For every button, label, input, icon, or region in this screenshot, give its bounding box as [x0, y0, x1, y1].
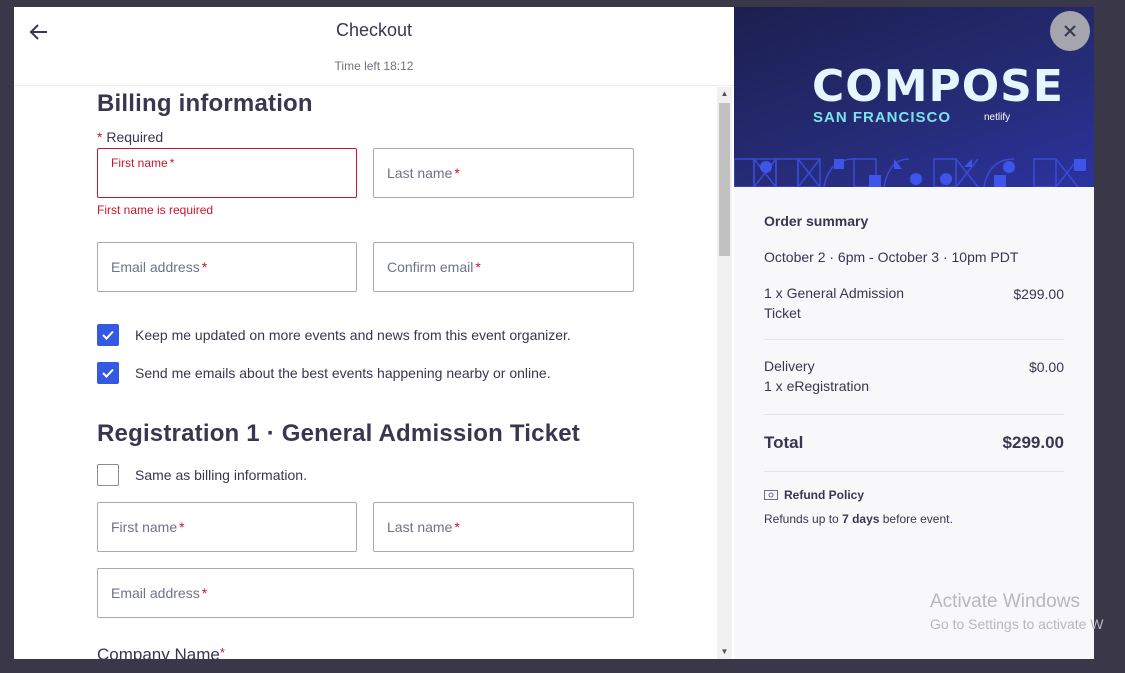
reg-email-input[interactable] [98, 569, 633, 617]
scroll-up-arrow-icon[interactable]: ▲ [717, 87, 732, 101]
company-name-label: Company Name* [97, 645, 225, 659]
event-logo-subtitle: SAN FRANCISCO [813, 109, 952, 126]
ticket-line-1: 1 x General Admission [764, 285, 905, 301]
same-as-billing-checkbox[interactable] [97, 464, 119, 486]
billing-first-name-input[interactable] [98, 149, 356, 197]
delivery-line-2: 1 x eRegistration [764, 378, 870, 394]
updates-checkbox-label: Keep me updated on more events and news … [135, 327, 571, 343]
divider [764, 414, 1064, 415]
refund-policy-title-text: Refund Policy [784, 488, 865, 502]
refund-policy-text: Refunds up to 7 days before event. [764, 512, 953, 526]
form-scrollbar[interactable]: ▲ ▼ [717, 87, 732, 659]
delivery-line-item: Delivery 1 x eRegistration [764, 356, 914, 396]
page-title: Checkout [335, 20, 413, 40]
billing-email-field[interactable]: Email address * [97, 242, 357, 292]
billing-first-name-field[interactable]: First name * [97, 148, 357, 198]
divider [764, 471, 1064, 472]
billing-last-name-input[interactable] [374, 149, 633, 197]
ticket-icon [764, 490, 778, 500]
delivery-line-1: Delivery [764, 358, 815, 374]
ticket-line-2: Ticket [764, 305, 801, 321]
event-banner: COMPOSE SAN FRANCISCO netlify [734, 7, 1094, 187]
scroll-thumb[interactable] [719, 103, 730, 256]
emails-checkbox-label: Send me emails about the best events hap… [135, 365, 551, 381]
reg-first-name-input[interactable] [98, 503, 356, 551]
checkout-header: Checkout Time left 18:12 [14, 7, 734, 86]
first-name-error: First name is required [97, 203, 214, 217]
scroll-down-arrow-icon[interactable]: ▼ [717, 645, 732, 659]
emails-checkbox[interactable] [97, 362, 119, 384]
billing-email-input[interactable] [98, 243, 356, 291]
event-date: October 2 · 6pm - October 3 · 10pm PDT [764, 249, 1019, 265]
billing-confirm-email-input[interactable] [374, 243, 633, 291]
billing-confirm-email-field[interactable]: Confirm email * [373, 242, 634, 292]
delivery-price: $0.00 [1028, 359, 1064, 375]
reg-email-field[interactable]: Email address * [97, 568, 634, 618]
close-button[interactable] [1050, 11, 1090, 51]
registration-heading: Registration 1 · General Admission Ticke… [97, 420, 580, 447]
same-as-billing-label: Same as billing information. [135, 467, 307, 483]
time-left: Time left 18:12 [334, 59, 414, 73]
event-logo-text: COMPOSE [812, 61, 1064, 112]
order-summary-title: Order summary [764, 213, 869, 229]
checkout-modal: Checkout Time left 18:12 Billing informa… [14, 7, 1094, 659]
required-star: * [97, 129, 103, 145]
reg-last-name-input[interactable] [374, 503, 633, 551]
order-summary-pane: COMPOSE SAN FRANCISCO netlify Order summ… [734, 7, 1094, 659]
ticket-price: $299.00 [1013, 286, 1064, 302]
refund-policy-title: Refund Policy [764, 488, 864, 502]
form-scroll-area: Billing information * Required First nam… [14, 87, 719, 659]
reg-first-name-field[interactable]: First name * [97, 502, 357, 552]
divider [764, 339, 1064, 340]
checkmark-icon [102, 368, 114, 378]
ticket-line-item: 1 x General Admission Ticket [764, 283, 914, 323]
required-note: * Required [97, 129, 163, 145]
billing-heading: Billing information [97, 90, 313, 117]
close-icon [1064, 25, 1076, 37]
required-note-text: Required [106, 129, 164, 145]
windows-activation-watermark: Activate Windows [930, 591, 1080, 612]
event-logo-brand: netlify [984, 112, 1011, 123]
checkmark-icon [102, 330, 114, 340]
total-label: Total [764, 433, 804, 452]
total-value: $299.00 [1002, 433, 1064, 452]
reg-last-name-field[interactable]: Last name * [373, 502, 634, 552]
windows-activation-watermark-subtext: Go to Settings to activate W [930, 616, 1104, 632]
updates-checkbox[interactable] [97, 324, 119, 346]
checkout-form-pane: Checkout Time left 18:12 Billing informa… [14, 7, 734, 659]
billing-last-name-field[interactable]: Last name * [373, 148, 634, 198]
